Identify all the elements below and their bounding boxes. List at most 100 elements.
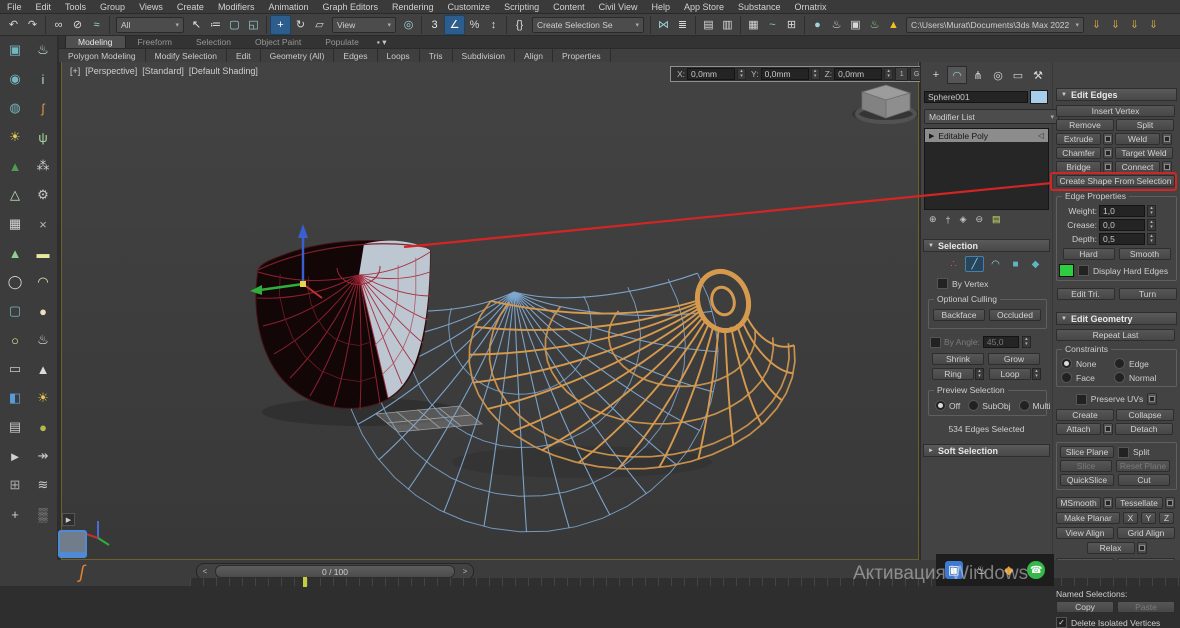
crosshair-icon[interactable]: + xyxy=(4,503,26,525)
named-selection-sets-icon[interactable]: {} xyxy=(510,16,529,34)
panel-polygon-modeling[interactable]: Polygon Modeling xyxy=(59,49,146,62)
create-shape-from-selection-button[interactable]: Create Shape From Selection xyxy=(1056,175,1175,187)
preview-off-radio[interactable] xyxy=(935,400,946,411)
frame-icon[interactable]: ▭ xyxy=(4,358,26,380)
bridge-button[interactable]: Bridge xyxy=(1056,161,1101,173)
taskbar-phone-app-icon[interactable]: ☎ xyxy=(1027,561,1045,579)
use-pivot-center-icon[interactable]: ◎ xyxy=(399,16,418,34)
ring-spinner[interactable] xyxy=(975,368,984,380)
disc-light-icon[interactable]: ● xyxy=(32,300,54,322)
tab-object-paint[interactable]: Object Paint xyxy=(243,36,313,48)
detach-button[interactable]: Detach xyxy=(1115,423,1173,435)
panel-tris[interactable]: Tris xyxy=(420,49,453,62)
grid-icon[interactable]: ⊞ xyxy=(4,474,26,496)
edge-subobject-icon[interactable]: ╱ xyxy=(965,256,984,272)
y-spinner[interactable] xyxy=(811,68,820,80)
menu-file[interactable]: File xyxy=(0,0,29,14)
teapot-icon[interactable]: ♨ xyxy=(32,329,54,351)
remove-modifier-icon[interactable]: ⊖ xyxy=(975,214,983,225)
msmooth-settings-button[interactable] xyxy=(1103,497,1113,509)
stack-item-editable-poly[interactable]: ▶ Editable Poly ◁ xyxy=(925,129,1048,142)
panel-modify-selection[interactable]: Modify Selection xyxy=(146,49,227,62)
panel-properties[interactable]: Properties xyxy=(553,49,611,62)
edit-geometry-rollout-header[interactable]: Edit Geometry xyxy=(1056,312,1177,325)
wave-icon[interactable]: ≋ xyxy=(32,474,54,496)
quickslice-button[interactable]: QuickSlice xyxy=(1060,474,1114,486)
render-flyout-3-icon[interactable]: ⇓ xyxy=(1125,16,1144,34)
modifier-list-dropdown[interactable]: Modifier List xyxy=(924,109,1059,124)
attach-settings-button[interactable] xyxy=(1103,423,1113,435)
bridge-settings-button[interactable] xyxy=(1103,161,1113,173)
edit-edges-rollout-header[interactable]: Edit Edges xyxy=(1056,88,1177,101)
menu-tools[interactable]: Tools xyxy=(58,0,93,14)
info-settings-icon[interactable]: i xyxy=(32,68,54,90)
panel-loops[interactable]: Loops xyxy=(378,49,420,62)
gears-icon[interactable]: ⚙ xyxy=(32,184,54,206)
sun-icon[interactable]: ☀ xyxy=(4,126,26,148)
panel-align[interactable]: Align xyxy=(515,49,553,62)
make-planar-y-button[interactable]: Y xyxy=(1141,512,1156,524)
element-subobject-icon[interactable]: ◆ xyxy=(1027,257,1044,271)
slide-icon[interactable]: ◧ xyxy=(4,387,26,409)
billboard-icon[interactable]: ▦ xyxy=(4,213,26,235)
viewport-menu-general[interactable]: [+] xyxy=(70,66,80,76)
soft-selection-rollout-header[interactable]: Soft Selection xyxy=(923,444,1050,457)
fir-tree-icon[interactable]: △ xyxy=(4,184,26,206)
copy-button[interactable]: Copy xyxy=(1056,601,1114,613)
sphere001-selected-object[interactable] xyxy=(256,240,430,410)
menu-customize[interactable]: Customize xyxy=(441,0,498,14)
cone-icon[interactable]: ▲ xyxy=(32,358,54,380)
chamfer-settings-button[interactable] xyxy=(1103,147,1113,159)
modify-tab-icon[interactable]: ◠ xyxy=(947,66,967,84)
configure-modifier-sets-icon[interactable]: ▤ xyxy=(992,214,1001,225)
taskbar-pinwheel-app-icon[interactable]: ◆ xyxy=(1000,561,1018,579)
split-button[interactable]: Split xyxy=(1116,119,1174,131)
pointer-icon[interactable]: ► xyxy=(4,445,26,467)
remove-button[interactable]: Remove xyxy=(1056,119,1114,131)
render-flyout-4-icon[interactable]: ⇓ xyxy=(1144,16,1163,34)
repeat-last-button[interactable]: Repeat Last xyxy=(1056,329,1175,341)
crease-spinner[interactable] xyxy=(1147,219,1156,231)
smooth-button[interactable]: Smooth xyxy=(1119,248,1171,260)
schematic-view-icon[interactable]: ⊞ xyxy=(782,16,801,34)
show-end-result-icon[interactable]: † xyxy=(946,215,951,225)
preview-subobj-radio[interactable] xyxy=(968,400,979,411)
shrink-button[interactable]: Shrink xyxy=(932,353,984,365)
menu-scripting[interactable]: Scripting xyxy=(497,0,546,14)
dome-light-icon[interactable]: ◠ xyxy=(32,271,54,293)
connect-settings-button[interactable] xyxy=(1162,161,1172,173)
viewport-menu-standard[interactable]: [Standard] xyxy=(142,66,184,76)
viewport-layout-tab[interactable] xyxy=(58,530,87,558)
monitor-icon[interactable]: ▢ xyxy=(4,300,26,322)
viewport-menu-shading[interactable]: [Default Shading] xyxy=(189,66,258,76)
create-tab-icon[interactable]: + xyxy=(927,67,945,83)
select-object-icon[interactable]: ↖ xyxy=(187,16,206,34)
display-tab-icon[interactable]: ▭ xyxy=(1009,67,1027,83)
y-coordinate-field[interactable]: 0,0mm xyxy=(761,68,809,80)
panel-edit[interactable]: Edit xyxy=(227,49,261,62)
arrows-icon[interactable]: ↠ xyxy=(32,445,54,467)
display-hard-edges-checkbox[interactable] xyxy=(1078,265,1089,276)
select-and-rotate-icon[interactable]: ↻ xyxy=(291,16,310,34)
hard-edge-color-swatch[interactable] xyxy=(1059,264,1074,277)
hierarchy-tab-icon[interactable]: ⋔ xyxy=(969,67,987,83)
menu-animation[interactable]: Animation xyxy=(261,0,315,14)
tree-icon[interactable]: ▲ xyxy=(4,155,26,177)
bind-to-space-warp-icon[interactable]: ≈ xyxy=(87,16,106,34)
constraint-none-radio[interactable] xyxy=(1061,358,1072,369)
percent-snap-icon[interactable]: % xyxy=(465,16,484,34)
menu-views[interactable]: Views xyxy=(132,0,170,14)
motion-tab-icon[interactable]: ◎ xyxy=(989,67,1007,83)
make-planar-button[interactable]: Make Planar xyxy=(1056,512,1120,524)
weld-button[interactable]: Weld xyxy=(1115,133,1160,145)
project-folder-dropdown[interactable]: C:\Users\Murat\Documents\3ds Max 2022 xyxy=(906,17,1084,33)
offset-mode-toggle[interactable]: 1 xyxy=(895,67,908,81)
extrude-settings-button[interactable] xyxy=(1103,133,1113,145)
vertex-subobject-icon[interactable]: ∴ xyxy=(945,257,962,271)
relax-settings-button[interactable] xyxy=(1137,542,1147,554)
previous-frame-button[interactable]: < xyxy=(197,565,213,578)
perspective-viewport[interactable]: [+][Perspective][Standard][Default Shadi… xyxy=(61,61,919,560)
by-angle-checkbox[interactable] xyxy=(930,337,941,348)
menu-content[interactable]: Content xyxy=(546,0,592,14)
slice-plane-button[interactable]: Slice Plane xyxy=(1060,446,1114,458)
